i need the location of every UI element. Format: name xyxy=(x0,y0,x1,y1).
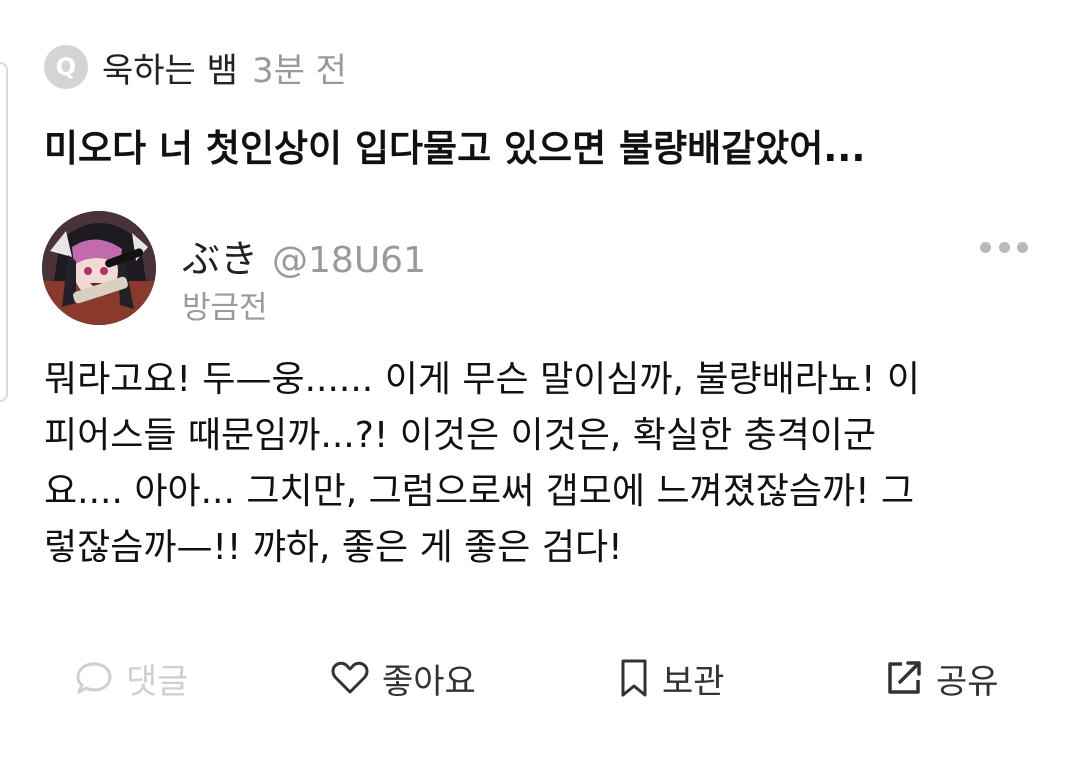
scroll-indicator xyxy=(0,62,8,402)
more-dots-icon[interactable] xyxy=(980,234,1028,260)
share-arrow-icon xyxy=(888,661,921,694)
more-dot xyxy=(1017,241,1028,253)
q-badge-icon: Q xyxy=(44,45,88,89)
like-button[interactable]: 좋아요 xyxy=(330,648,476,708)
answer-line: 요.... 아아... 그치만, 그럼으로써 갭모에 느껴졌잖슴까! 그 xyxy=(44,471,915,512)
bookmark-label: 보관 xyxy=(662,661,725,702)
more-dot xyxy=(980,241,991,253)
answer-card: Q 욱하는 뱀 3분 전 미오다 너 첫인상이 입다물고 있으면 불량배같았어.… xyxy=(0,0,1080,758)
avatar[interactable] xyxy=(42,211,156,325)
answer-time: 방금전 xyxy=(182,290,268,326)
action-bar: 댓글 좋아요 보관 공유 xyxy=(0,648,1080,708)
q-badge-letter: Q xyxy=(55,53,77,81)
author-name[interactable]: ぶき xyxy=(182,228,258,283)
avatar-image xyxy=(42,211,156,325)
question-header: Q 욱하는 뱀 3분 전 xyxy=(44,40,347,94)
author-handle[interactable]: @18U61 xyxy=(272,240,426,281)
question-asker[interactable]: 욱하는 뱀 xyxy=(102,43,238,92)
question-text[interactable]: 미오다 너 첫인상이 입다물고 있으면 불량배같았어... xyxy=(44,118,1044,172)
bookmark-icon xyxy=(621,659,647,697)
like-label: 좋아요 xyxy=(382,661,476,702)
answer-line: 렇잖슴까—!! 꺄하, 좋은 게 좋은 검다! xyxy=(44,527,623,568)
comment-bubble-icon xyxy=(76,662,112,694)
more-dot xyxy=(998,241,1010,253)
answer-line: 뭐라고요! 두—웅...... 이게 무슨 말이심까, 불량배라뇨! 이 xyxy=(44,359,921,400)
share-label: 공유 xyxy=(936,661,999,702)
bookmark-button[interactable]: 보관 xyxy=(618,648,725,708)
heart-icon xyxy=(331,661,369,694)
answer-body: 뭐라고요! 두—웅...... 이게 무슨 말이심까, 불량배라뇨! 이 피어스… xyxy=(44,352,1044,576)
comment-button[interactable]: 댓글 xyxy=(74,648,189,708)
answer-line: 피어스들 때문임까...?! 이것은 이것은, 확실한 충격이군 xyxy=(44,415,877,456)
question-time: 3분 전 xyxy=(251,50,347,91)
share-button[interactable]: 공유 xyxy=(884,648,999,708)
comment-label: 댓글 xyxy=(126,661,189,702)
author-row: ぶき @18U61 xyxy=(182,228,426,283)
